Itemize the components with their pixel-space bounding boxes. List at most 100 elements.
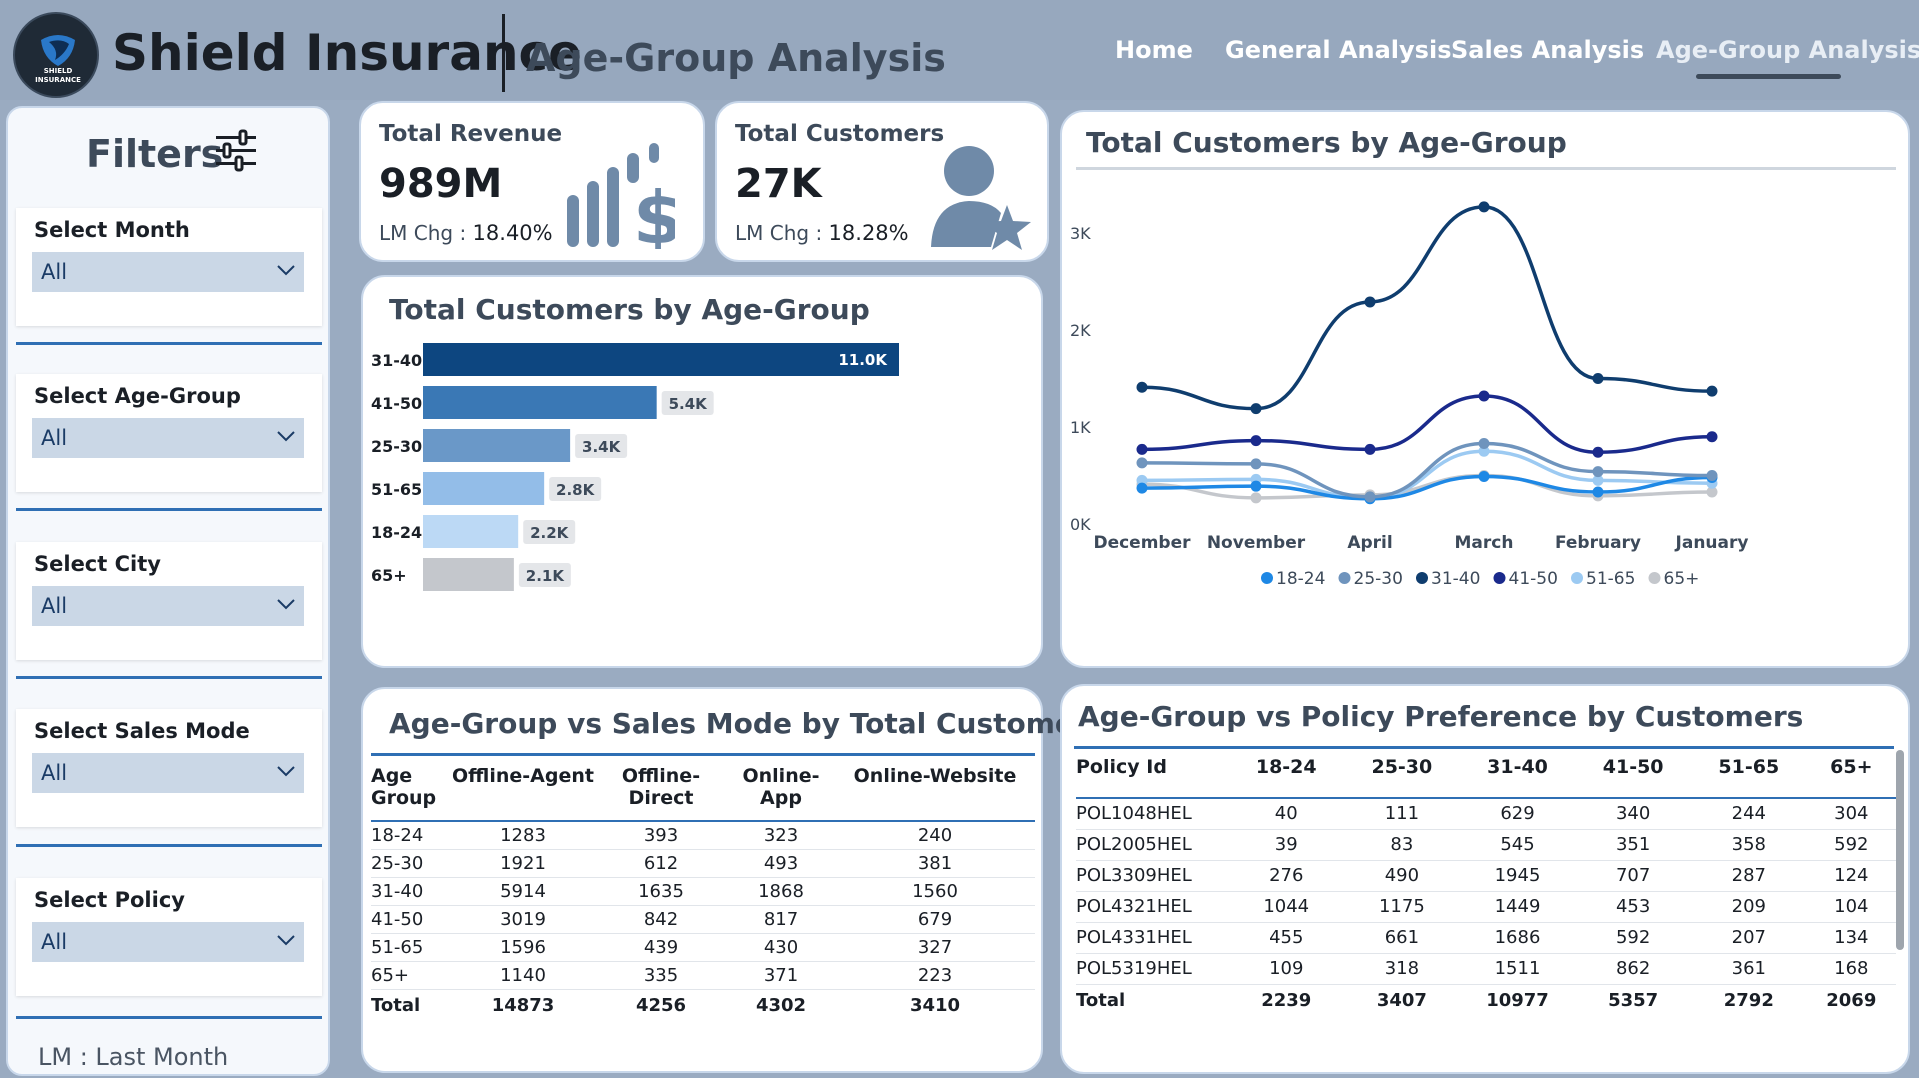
nav-home[interactable]: Home <box>1115 36 1193 64</box>
table-cell: 612 <box>643 852 679 874</box>
table-cell: 18-24 <box>371 824 424 846</box>
bar-41-50 <box>423 386 657 419</box>
series-point-41-50 <box>1364 443 1376 455</box>
series-point-31-40 <box>1592 373 1604 385</box>
table-row: POL4321HEL 1044 1175 1449 453 209 104 <box>1076 891 1896 922</box>
column-header[interactable]: Offline-Agent <box>451 761 595 821</box>
kpi-revenue-change: LM Chg : 18.40% <box>379 221 553 245</box>
table-cell: 323 <box>763 824 799 846</box>
kpi-revenue-value: 989M <box>379 161 503 207</box>
table-cell: 51-65 <box>371 936 424 958</box>
bar-category-label: 51-65 <box>371 480 422 499</box>
bar-data-label: 3.4K <box>582 438 622 456</box>
legend-label: 18-24 <box>1276 569 1325 589</box>
table-row: POL3309HEL 276 490 1945 707 287 124 <box>1076 860 1896 891</box>
header-bar: SHIELD INSURANCE Shield Insurance Age-Gr… <box>0 0 1919 100</box>
user-star-icon <box>931 143 1035 255</box>
series-point-18-24 <box>1592 486 1604 498</box>
kpi-customers-value: 27K <box>735 161 822 207</box>
table-cell: 1596 <box>500 936 546 958</box>
chevron-down-icon <box>276 932 296 951</box>
legend-marker-41-50 <box>1493 572 1506 584</box>
table-cell: 1283 <box>500 824 546 846</box>
policy-dropdown[interactable]: All <box>32 922 304 962</box>
svg-text:$: $ <box>633 176 675 249</box>
series-point-31-40 <box>1136 381 1148 393</box>
table-cell: 65+ <box>371 964 409 986</box>
table-cell: Total <box>371 994 421 1016</box>
column-header[interactable]: Policy Id <box>1076 752 1228 798</box>
table-row: POL1048HEL 40 111 629 340 244 304 <box>1076 798 1896 829</box>
sales-mode-dropdown[interactable]: All <box>32 753 304 793</box>
nav-general-analysis[interactable]: General Analysis <box>1225 36 1451 64</box>
table-cell: 240 <box>917 824 953 846</box>
table-cell: 40 <box>1274 803 1298 825</box>
sales-table-title: Age-Group vs Sales Mode by Total Custome… <box>389 707 1105 740</box>
series-line-31-40 <box>1141 205 1713 411</box>
table-cell: 2792 <box>1723 989 1774 1011</box>
table-cell: 5357 <box>1608 989 1659 1011</box>
table-row: 31-40 5914 1635 1868 1560 <box>371 877 1035 905</box>
table-cell: 430 <box>763 936 799 958</box>
slicer-city: Select City All <box>16 542 322 660</box>
table-cell: 592 <box>1615 927 1651 948</box>
column-header[interactable]: 25-30 <box>1344 752 1460 798</box>
table-cell: 1868 <box>758 880 804 902</box>
x-tick-label: April <box>1347 533 1392 553</box>
table-cell: 14873 <box>491 994 555 1016</box>
nav-age-group-analysis[interactable]: Age-Group Analysis <box>1656 36 1919 64</box>
brand-name: Shield Insurance <box>112 24 583 82</box>
table-cell: 361 <box>1731 958 1766 979</box>
legend-marker-31-40 <box>1416 572 1428 584</box>
nav-sales-analysis[interactable]: Sales Analysis <box>1451 36 1644 64</box>
slicer-divider <box>16 1016 322 1019</box>
table-cell: 679 <box>917 908 953 930</box>
chevron-down-icon <box>276 596 296 615</box>
series-point-18-24 <box>1136 482 1148 494</box>
table-row: 41-50 3019 842 817 679 <box>371 905 1035 933</box>
slicer-divider <box>16 508 322 511</box>
table-cell: 244 <box>1731 803 1766 825</box>
city-dropdown[interactable]: All <box>32 586 304 626</box>
table-cell: 1945 <box>1494 865 1541 886</box>
column-header[interactable]: Online-Website <box>835 761 1035 821</box>
y-tick-label: 3K <box>1070 224 1091 243</box>
x-tick-label: December <box>1093 533 1191 553</box>
table-row: 51-65 1596 439 430 327 <box>371 933 1035 961</box>
legend-marker-18-24 <box>1261 572 1273 584</box>
table-cell: 124 <box>1834 865 1869 886</box>
table-cell: POL2005HEL <box>1076 834 1192 855</box>
age-group-dropdown[interactable]: All <box>32 418 304 458</box>
table-total-row: Total 2239 3407 10977 5357 2792 2069 <box>1076 984 1896 1016</box>
slicer-divider <box>16 676 322 679</box>
table-cell: 31-40 <box>371 880 424 902</box>
bar-chart-panel: Total Customers by Age-Group 31-40 11.0K 4… <box>361 275 1043 668</box>
column-header[interactable]: Offline-Direct <box>595 761 727 821</box>
table-cell: 134 <box>1834 927 1869 948</box>
table-row: POL5319HEL 109 318 1511 862 361 168 <box>1076 953 1896 984</box>
month-dropdown[interactable]: All <box>32 252 304 292</box>
legend-marker-25-30 <box>1338 572 1351 584</box>
lm-legend-note: LM : Last Month <box>38 1043 229 1071</box>
policy-table-scrollbar[interactable] <box>1896 750 1904 950</box>
bar-category-label: 18-24 <box>371 523 422 542</box>
column-header[interactable]: 65+ <box>1807 752 1896 798</box>
table-cell: 358 <box>1731 834 1766 855</box>
slicer-divider <box>16 844 322 847</box>
series-line-41-50 <box>1141 394 1713 454</box>
table-cell: 707 <box>1615 865 1651 886</box>
column-header[interactable]: Age Group <box>371 761 451 821</box>
column-header[interactable]: 51-65 <box>1691 752 1807 798</box>
column-header[interactable]: 18-24 <box>1228 752 1344 798</box>
table-cell: 104 <box>1834 896 1869 917</box>
column-header[interactable]: 41-50 <box>1575 752 1691 798</box>
bar-chart-title: Total Customers by Age-Group <box>389 293 870 326</box>
table-total-row: Total 14873 4256 4302 3410 <box>371 989 1035 1021</box>
column-header[interactable]: Online-App <box>727 761 835 821</box>
sliders-icon <box>214 128 258 176</box>
legend-label: 51-65 <box>1586 569 1635 589</box>
column-header[interactable]: 31-40 <box>1460 752 1576 798</box>
line-chart-rule <box>1076 167 1896 170</box>
table-cell: 41-50 <box>371 908 424 930</box>
legend-marker-65+ <box>1648 572 1661 584</box>
